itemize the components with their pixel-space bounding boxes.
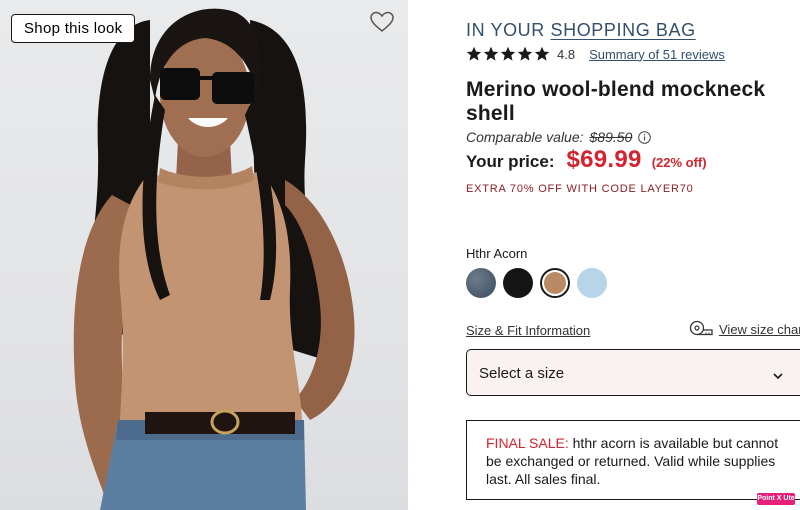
reviews-summary-link[interactable]: Summary of 51 reviews	[589, 47, 725, 62]
size-fit-info-link[interactable]: Size & Fit Information	[466, 323, 590, 338]
color-swatch-heather-navy[interactable]	[466, 268, 496, 298]
final-sale-label: FINAL SALE:	[486, 435, 569, 451]
star-icon	[500, 46, 516, 62]
measuring-tape-icon	[688, 320, 714, 336]
product-image[interactable]: Shop this look	[0, 0, 408, 510]
color-swatch-black[interactable]	[503, 268, 533, 298]
star-icon	[534, 46, 550, 62]
heart-icon[interactable]	[370, 11, 394, 33]
star-icon	[483, 46, 499, 62]
sale-price: $69.99	[566, 146, 642, 173]
star-rating	[466, 46, 550, 62]
color-swatch-light-blue[interactable]	[577, 268, 607, 298]
star-icon	[466, 46, 482, 62]
star-icon	[517, 46, 533, 62]
in-bag-prefix: IN YOUR	[466, 20, 545, 40]
comparable-label: Comparable value:	[466, 129, 584, 145]
product-title: Merino wool-blend mockneck shell	[466, 78, 766, 125]
final-sale-notice: FINAL SALE: hthr acorn is available but …	[466, 420, 800, 500]
color-swatches	[466, 268, 614, 298]
discount-percent: (22% off)	[651, 155, 707, 170]
comparable-value: Comparable value: $89.50	[466, 129, 652, 145]
shopping-bag-link[interactable]: SHOPPING BAG	[551, 20, 696, 40]
your-price-label: Your price:	[466, 152, 555, 171]
view-size-chart-link[interactable]: View size chart	[719, 322, 800, 337]
comparable-price: $89.50	[589, 129, 633, 145]
color-swatch-hthr-acorn[interactable]	[540, 268, 570, 298]
model-illustration	[73, 8, 355, 510]
rating-row: 4.8 Summary of 51 reviews	[466, 44, 725, 64]
selected-color-name: Hthr Acorn	[466, 246, 528, 261]
product-details: IN YOUR SHOPPING BAG 4.8 Summary of 51 r…	[408, 0, 800, 510]
size-select-value: Select a size	[479, 365, 565, 382]
extension-badge[interactable]: Point X Ute	[757, 493, 795, 505]
price-row: Your price: $69.99 (22% off)	[466, 146, 707, 174]
final-sale-text-block: FINAL SALE: hthr acorn is available but …	[486, 434, 786, 488]
shop-this-look-button[interactable]: Shop this look	[11, 14, 136, 43]
promo-code-text: EXTRA 70% OFF WITH CODE LAYER70	[466, 183, 694, 195]
rating-value: 4.8	[557, 46, 576, 62]
chevron-down-icon	[772, 368, 784, 380]
in-bag-notice: IN YOUR SHOPPING BAG	[466, 20, 696, 41]
size-select[interactable]: Select a size	[466, 349, 800, 396]
info-icon[interactable]	[638, 130, 652, 144]
